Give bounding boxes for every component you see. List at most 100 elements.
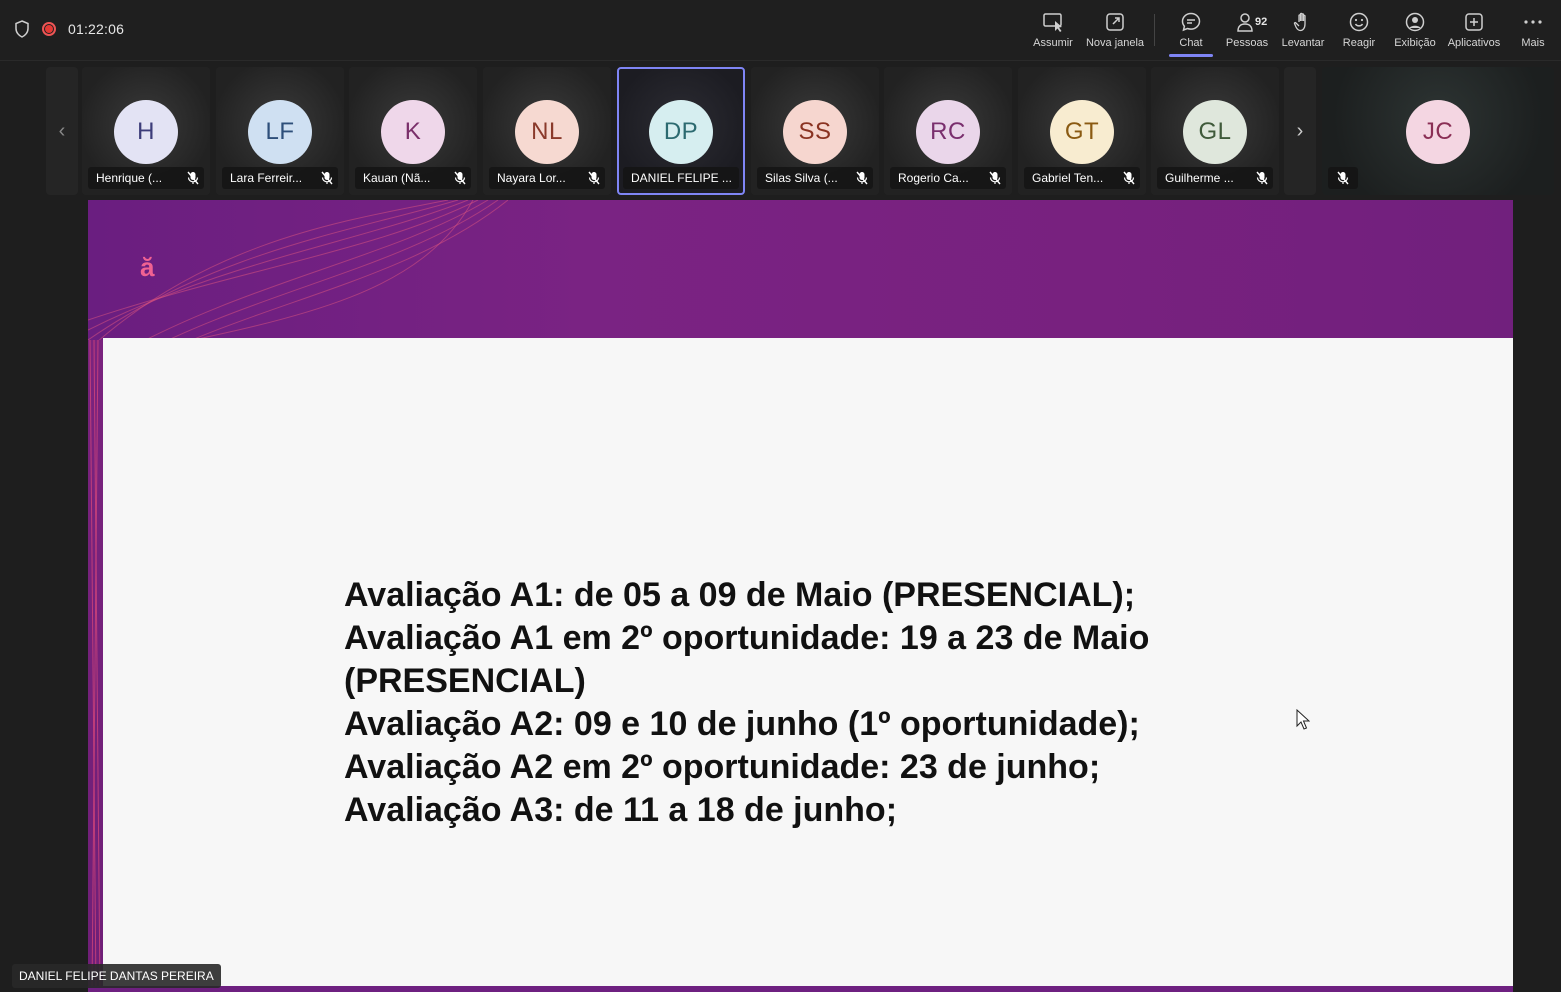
slide-text-block: Avaliação A1: de 05 a 09 de Maio (PRESEN… bbox=[344, 574, 1149, 832]
more-label: Mais bbox=[1521, 37, 1545, 49]
chevron-right-icon: › bbox=[1296, 119, 1304, 142]
mic-off-icon bbox=[583, 170, 605, 186]
view-button[interactable]: Exibição bbox=[1387, 10, 1443, 49]
shield-icon bbox=[14, 20, 30, 38]
participant-nametag: Lara Ferreir... bbox=[222, 167, 338, 189]
raise-hand-icon bbox=[1291, 10, 1315, 34]
avatar-initials: GL bbox=[1198, 118, 1232, 145]
assumir-button[interactable]: Assumir bbox=[1022, 10, 1084, 49]
avatar-initials: SS bbox=[798, 118, 832, 145]
avatar-initials: NL bbox=[531, 118, 563, 145]
raise-hand-label: Levantar bbox=[1281, 37, 1325, 49]
mic-off-icon bbox=[1332, 170, 1354, 186]
avatar: GT bbox=[1050, 100, 1114, 164]
avatar: GL bbox=[1183, 100, 1247, 164]
chat-button[interactable]: Chat bbox=[1163, 10, 1219, 57]
more-icon bbox=[1521, 10, 1545, 34]
participant-name: Henrique (... bbox=[96, 171, 163, 185]
participant-tile[interactable]: SS Silas Silva (... bbox=[751, 67, 879, 195]
chevron-left-icon: ‹ bbox=[58, 119, 66, 142]
new-window-label: Nova janela bbox=[1085, 37, 1145, 49]
avatar: H bbox=[114, 100, 178, 164]
people-count: 92 bbox=[1255, 16, 1268, 28]
avatar: NL bbox=[515, 100, 579, 164]
react-button[interactable]: Reagir bbox=[1331, 10, 1387, 49]
strip-prev-button[interactable]: ‹ bbox=[46, 67, 78, 195]
strip-next-button[interactable]: › bbox=[1284, 67, 1316, 195]
participant-tile[interactable]: H Henrique (... bbox=[82, 67, 210, 195]
mic-off-icon bbox=[1251, 170, 1273, 186]
slide-text-line: Avaliação A2: 09 e 10 de junho (1º oport… bbox=[344, 705, 1140, 743]
emoji-icon bbox=[1347, 10, 1371, 34]
people-label: Pessoas bbox=[1225, 37, 1269, 49]
mouse-cursor-icon bbox=[1296, 709, 1310, 730]
toolbar-divider bbox=[1154, 14, 1155, 46]
mic-off-icon bbox=[449, 170, 471, 186]
mic-off-icon bbox=[1118, 170, 1140, 186]
participant-tile[interactable]: NL Nayara Lor... bbox=[483, 67, 611, 195]
presenter-name-label: DANIEL FELIPE DANTAS PEREIRA bbox=[12, 964, 221, 988]
participant-nametag: Nayara Lor... bbox=[489, 167, 605, 189]
participant-nametag: Gabriel Ten... bbox=[1024, 167, 1140, 189]
mic-off-icon bbox=[316, 170, 338, 186]
avatar-initials: DP bbox=[663, 118, 699, 145]
participant-name: DANIEL FELIPE ... bbox=[631, 171, 732, 185]
add-app-icon bbox=[1462, 10, 1486, 34]
pop-out-icon bbox=[1103, 10, 1127, 34]
participant-tile[interactable]: RC Rogerio Ca... bbox=[884, 67, 1012, 195]
raise-hand-button[interactable]: Levantar bbox=[1275, 10, 1331, 49]
participant-nametag: Henrique (... bbox=[88, 167, 204, 189]
participant-name: Nayara Lor... bbox=[497, 171, 566, 185]
participant-name: Silas Silva (... bbox=[765, 171, 838, 185]
participant-tile[interactable]: DP DANIEL FELIPE ... bbox=[617, 67, 745, 195]
participant-nametag: DANIEL FELIPE ... bbox=[623, 167, 739, 189]
featured-participant-tile[interactable]: JC bbox=[1322, 67, 1554, 195]
more-button[interactable]: Mais bbox=[1505, 10, 1561, 49]
participant-nametag: Silas Silva (... bbox=[757, 167, 873, 189]
participant-tile[interactable]: GL Guilherme ... bbox=[1151, 67, 1279, 195]
mute-badge bbox=[1328, 167, 1358, 189]
avatar: RC bbox=[916, 100, 980, 164]
new-window-button[interactable]: Nova janela bbox=[1084, 10, 1146, 49]
participant-nametag: Kauan (Nã... bbox=[355, 167, 471, 189]
recording-icon bbox=[42, 22, 56, 36]
mic-off-icon bbox=[984, 170, 1006, 186]
slide-text-line: Avaliação A2 em 2º oportunidade: 23 de j… bbox=[344, 748, 1101, 786]
assumir-label: Assumir bbox=[1033, 37, 1073, 49]
participant-tile[interactable]: K Kauan (Nã... bbox=[349, 67, 477, 195]
avatar: K bbox=[381, 100, 445, 164]
view-icon bbox=[1403, 10, 1427, 34]
avatar-initials: H bbox=[137, 118, 155, 145]
slide-logo: ă bbox=[140, 252, 155, 282]
react-label: Reagir bbox=[1342, 37, 1376, 49]
people-button[interactable]: 92 Pessoas bbox=[1219, 10, 1275, 49]
slide-text-line: (PRESENCIAL) bbox=[344, 662, 586, 700]
participant-name: Gabriel Ten... bbox=[1032, 171, 1104, 185]
chat-icon bbox=[1179, 10, 1203, 34]
mic-off-icon bbox=[851, 170, 873, 186]
mic-off-icon bbox=[182, 170, 204, 186]
participant-tile[interactable]: LF Lara Ferreir... bbox=[216, 67, 344, 195]
avatar-initials: LF bbox=[265, 118, 295, 145]
participant-nametag: Rogerio Ca... bbox=[890, 167, 1006, 189]
avatar: SS bbox=[783, 100, 847, 164]
slide-footer bbox=[88, 986, 1513, 992]
participant-name: Kauan (Nã... bbox=[363, 171, 431, 185]
slide-text-line: Avaliação A1 em 2º oportunidade: 19 a 23… bbox=[344, 619, 1150, 657]
chat-label: Chat bbox=[1179, 37, 1203, 49]
apps-button[interactable]: Aplicativos bbox=[1443, 10, 1505, 49]
participant-name: Guilherme ... bbox=[1165, 171, 1234, 185]
meeting-toolbar: 01:22:06 Assumir Nova janela Chat 92 Pes… bbox=[0, 0, 1561, 61]
avatar: JC bbox=[1406, 100, 1470, 164]
shared-screen: ă Avaliação A1: de 05 a 09 de Maio (PRES… bbox=[88, 200, 1513, 992]
view-label: Exibição bbox=[1394, 37, 1436, 49]
meeting-status: 01:22:06 bbox=[14, 20, 124, 38]
avatar: DP bbox=[649, 100, 713, 164]
slide-header: ă bbox=[88, 200, 1513, 360]
participant-tile[interactable]: GT Gabriel Ten... bbox=[1018, 67, 1146, 195]
avatar-initials: JC bbox=[1422, 118, 1454, 145]
apps-label: Aplicativos bbox=[1447, 37, 1501, 49]
participant-nametag: Guilherme ... bbox=[1157, 167, 1273, 189]
take-control-icon bbox=[1041, 10, 1065, 34]
participant-name: Rogerio Ca... bbox=[898, 171, 969, 185]
